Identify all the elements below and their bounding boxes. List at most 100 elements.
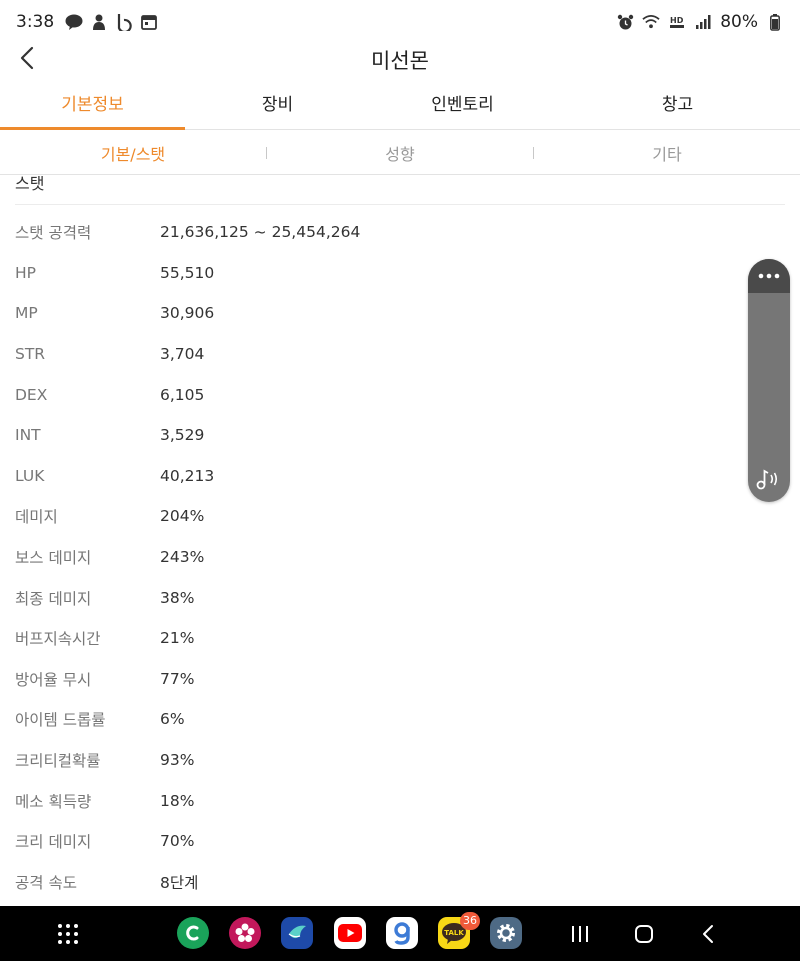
stat-value: 38%	[160, 588, 195, 607]
stat-value: 8단계	[160, 873, 199, 892]
subtab-propensity[interactable]: 성향	[267, 141, 533, 165]
stat-value: 6,105	[160, 385, 205, 404]
stat-row: HP 55,510	[0, 253, 800, 294]
stat-value: 21,636,125 ~ 25,454,264	[160, 223, 361, 242]
navigation-bar: TALK	[0, 906, 800, 961]
stat-label: MP	[15, 304, 38, 323]
stat-label: STR	[15, 345, 46, 364]
stat-row: STR 3,704	[0, 334, 800, 375]
calendar-notification-icon	[140, 13, 158, 31]
status-time: 3:38	[16, 12, 55, 32]
stat-label: 방어율 무시	[15, 670, 92, 689]
recent-apps-icon	[572, 926, 588, 942]
phone-app-icon[interactable]	[177, 917, 209, 949]
hd-voice-icon: HD	[668, 13, 686, 31]
stat-label: 크리티컬확률	[15, 752, 101, 771]
stat-value: 18%	[160, 791, 195, 810]
stat-value: 6%	[160, 710, 185, 729]
alarm-icon	[616, 13, 634, 31]
tab-equipment[interactable]: 장비	[185, 84, 370, 129]
stat-value: 55,510	[160, 263, 215, 282]
more-options-button[interactable]	[748, 259, 790, 293]
sub-tabs: 기본/스탯 성향 기타	[0, 131, 800, 175]
battery-icon	[766, 13, 784, 31]
page-title: 미선몬	[371, 49, 429, 73]
stat-value: 243%	[160, 548, 205, 567]
stat-label: 최종 데미지	[15, 589, 92, 608]
stat-row: 최종 데미지 38%	[0, 577, 800, 618]
svg-text:HD: HD	[670, 16, 684, 25]
stat-label: 데미지	[15, 508, 58, 527]
bird-app-icon[interactable]	[281, 917, 313, 949]
stat-value: 3,704	[160, 345, 205, 364]
more-dots-icon	[758, 273, 780, 279]
status-left: 3:38	[16, 12, 158, 32]
home-icon	[635, 925, 653, 943]
youtube-app-icon[interactable]	[334, 917, 366, 949]
stat-value: 21%	[160, 629, 195, 648]
stat-row: 크리 데미지 70%	[0, 821, 800, 862]
stat-value: 3,529	[160, 426, 205, 445]
section-divider	[15, 204, 785, 205]
stat-value: 70%	[160, 832, 195, 851]
stat-label: LUK	[15, 466, 45, 485]
stat-row: 스탯 공격력 21,636,125 ~ 25,454,264	[0, 212, 800, 253]
stat-row: 데미지 204%	[0, 496, 800, 537]
stat-label: 메소 획득량	[15, 792, 92, 811]
tab-basic-info[interactable]: 기본정보	[0, 84, 185, 130]
tab-inventory[interactable]: 인벤토리	[370, 84, 555, 129]
stat-value: 30,906	[160, 304, 215, 323]
stat-row: 크리티컬확률 93%	[0, 740, 800, 781]
stat-value: 40,213	[160, 466, 215, 485]
battery-percent: 80%	[720, 12, 758, 32]
home-button[interactable]	[630, 920, 658, 948]
music-recognition-button[interactable]	[748, 462, 790, 496]
stat-row: 버프지속시간 21%	[0, 618, 800, 659]
g-app-icon[interactable]	[386, 917, 418, 949]
stat-row: 메소 획득량 18%	[0, 780, 800, 821]
kakaotalk-notification-icon	[65, 13, 83, 31]
music-note-icon	[756, 469, 778, 490]
stat-label: 크리 데미지	[15, 833, 92, 852]
app-drawer-button[interactable]	[54, 920, 82, 948]
stat-list: 스탯 공격력 21,636,125 ~ 25,454,264 HP 55,510 MP 3…	[0, 212, 800, 902]
main-tabs: 기본정보 장비 인벤토리 창고	[0, 84, 800, 130]
stat-value: 77%	[160, 669, 195, 688]
stat-value: 204%	[160, 507, 205, 526]
back-arrow-icon	[703, 925, 713, 943]
stat-row: 공격 속도 8단계	[0, 862, 800, 903]
stat-label: 보스 데미지	[15, 549, 92, 568]
subtab-basic-stats[interactable]: 기본/스탯	[0, 141, 266, 165]
stat-row: DEX 6,105	[0, 374, 800, 415]
stat-row: INT 3,529	[0, 415, 800, 456]
grid-dots-icon	[58, 924, 78, 944]
app-header: 미선몬	[0, 38, 800, 80]
stat-label: 아이템 드롭률	[15, 711, 106, 730]
signal-icon	[694, 13, 712, 31]
recent-apps-button[interactable]	[566, 920, 594, 948]
nav-back-button[interactable]	[694, 920, 722, 948]
stat-row: 아이템 드롭률 6%	[0, 699, 800, 740]
status-right: HD 80%	[616, 12, 784, 32]
stat-label: 공격 속도	[15, 873, 77, 892]
b-app-notification-icon	[115, 13, 133, 31]
wifi-icon	[642, 13, 660, 31]
stat-row: LUK 40,213	[0, 456, 800, 497]
stat-label: DEX	[15, 385, 48, 404]
stat-content[interactable]: 스탯 스탯 공격력 21,636,125 ~ 25,454,264 HP 55,510…	[0, 176, 800, 906]
stat-label: 버프지속시간	[15, 630, 101, 649]
gallery-flower-app-icon[interactable]	[229, 917, 261, 949]
floating-side-panel[interactable]	[748, 259, 790, 502]
section-title: 스탯	[15, 176, 45, 193]
hand-notification-icon	[90, 13, 108, 31]
kakaotalk-badge: 36	[460, 912, 480, 930]
stat-row: MP 30,906	[0, 293, 800, 334]
settings-app-icon[interactable]	[490, 917, 522, 949]
stat-row: 보스 데미지 243%	[0, 537, 800, 578]
tab-storage[interactable]: 창고	[555, 84, 800, 129]
stat-label: 스탯 공격력	[15, 224, 92, 243]
stat-value: 93%	[160, 751, 195, 770]
stat-row: 방어율 무시 77%	[0, 659, 800, 700]
svg-text:TALK: TALK	[444, 929, 464, 937]
subtab-etc[interactable]: 기타	[534, 141, 800, 165]
